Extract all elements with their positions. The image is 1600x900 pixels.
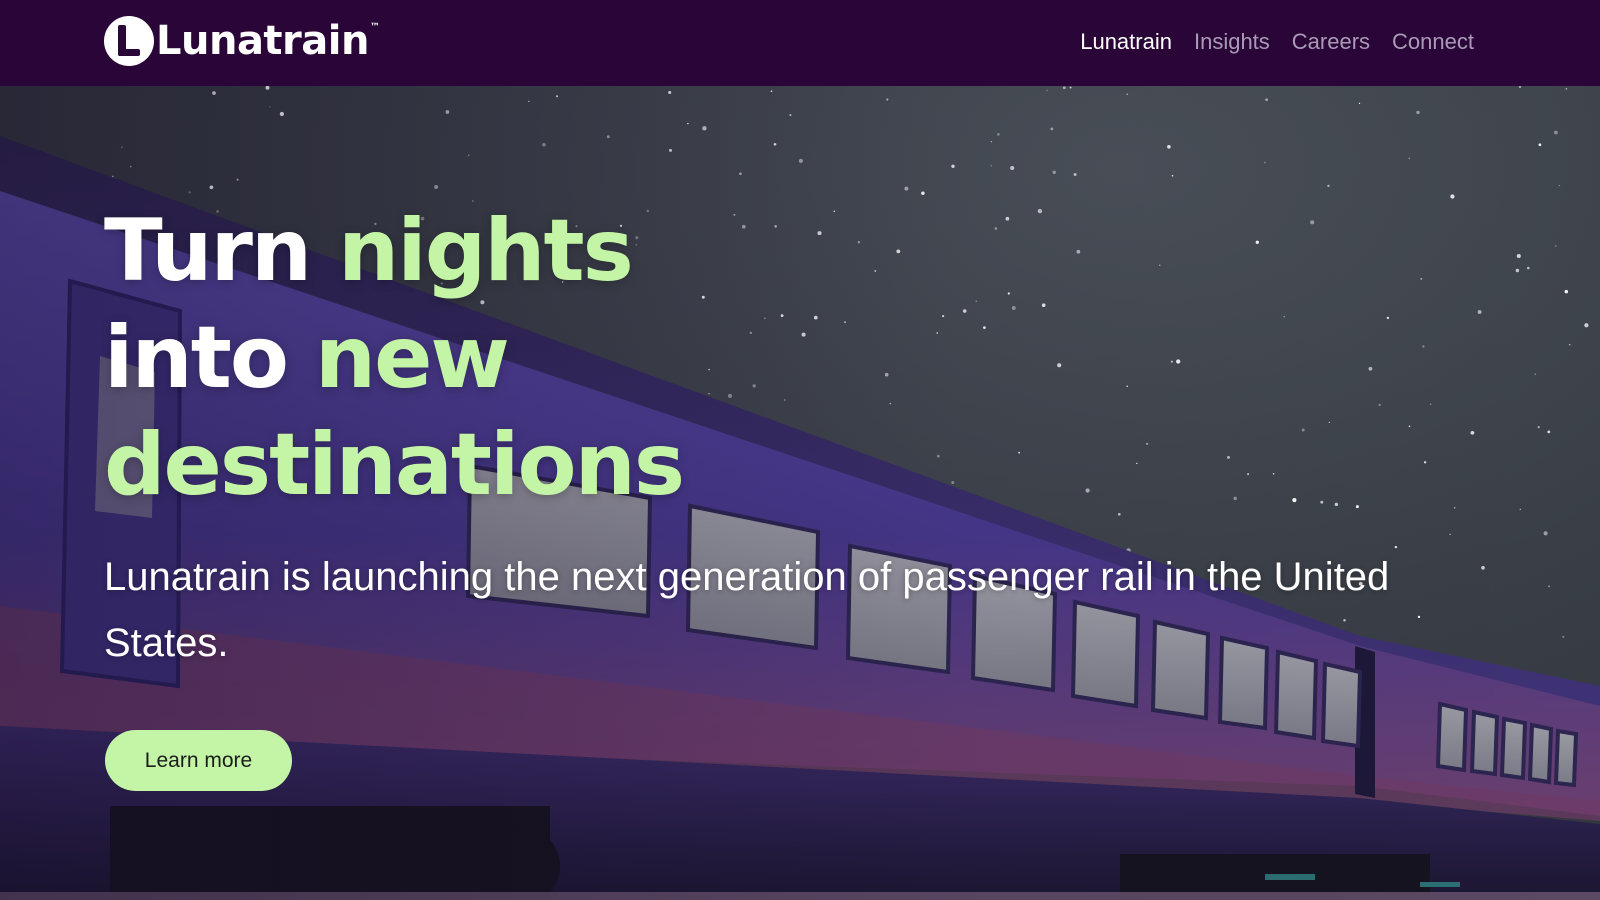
nav-item-lunatrain[interactable]: Lunatrain (1080, 28, 1172, 56)
hero-section: Turn nights into new destinations Lunatr… (0, 86, 1600, 900)
headline-text-into: into (104, 308, 315, 408)
headline-accent-destinations: destinations (104, 415, 685, 515)
headline-accent-nights: nights (338, 201, 634, 301)
headline-accent-new: new (314, 308, 510, 408)
brand-logo[interactable]: Lunatrain ™ (104, 16, 380, 66)
top-navigation-bar: Lunatrain ™ Lunatrain Insights Careers C… (0, 0, 1600, 86)
trademark-symbol: ™ (369, 22, 380, 33)
nav-item-insights[interactable]: Insights (1194, 28, 1270, 56)
nav-item-connect[interactable]: Connect (1392, 28, 1474, 56)
brand-name: Lunatrain (156, 18, 369, 64)
hero-subheading: Lunatrain is launching the next generati… (104, 555, 1390, 665)
moon-logo-icon (104, 16, 154, 66)
nav-item-careers[interactable]: Careers (1292, 28, 1370, 56)
main-nav: Lunatrain Insights Careers Connect (1080, 28, 1474, 56)
headline-text-turn: Turn (104, 201, 339, 301)
hero-headline: Turn nights into new destinations (104, 198, 685, 519)
learn-more-button[interactable]: Learn more (105, 730, 292, 791)
